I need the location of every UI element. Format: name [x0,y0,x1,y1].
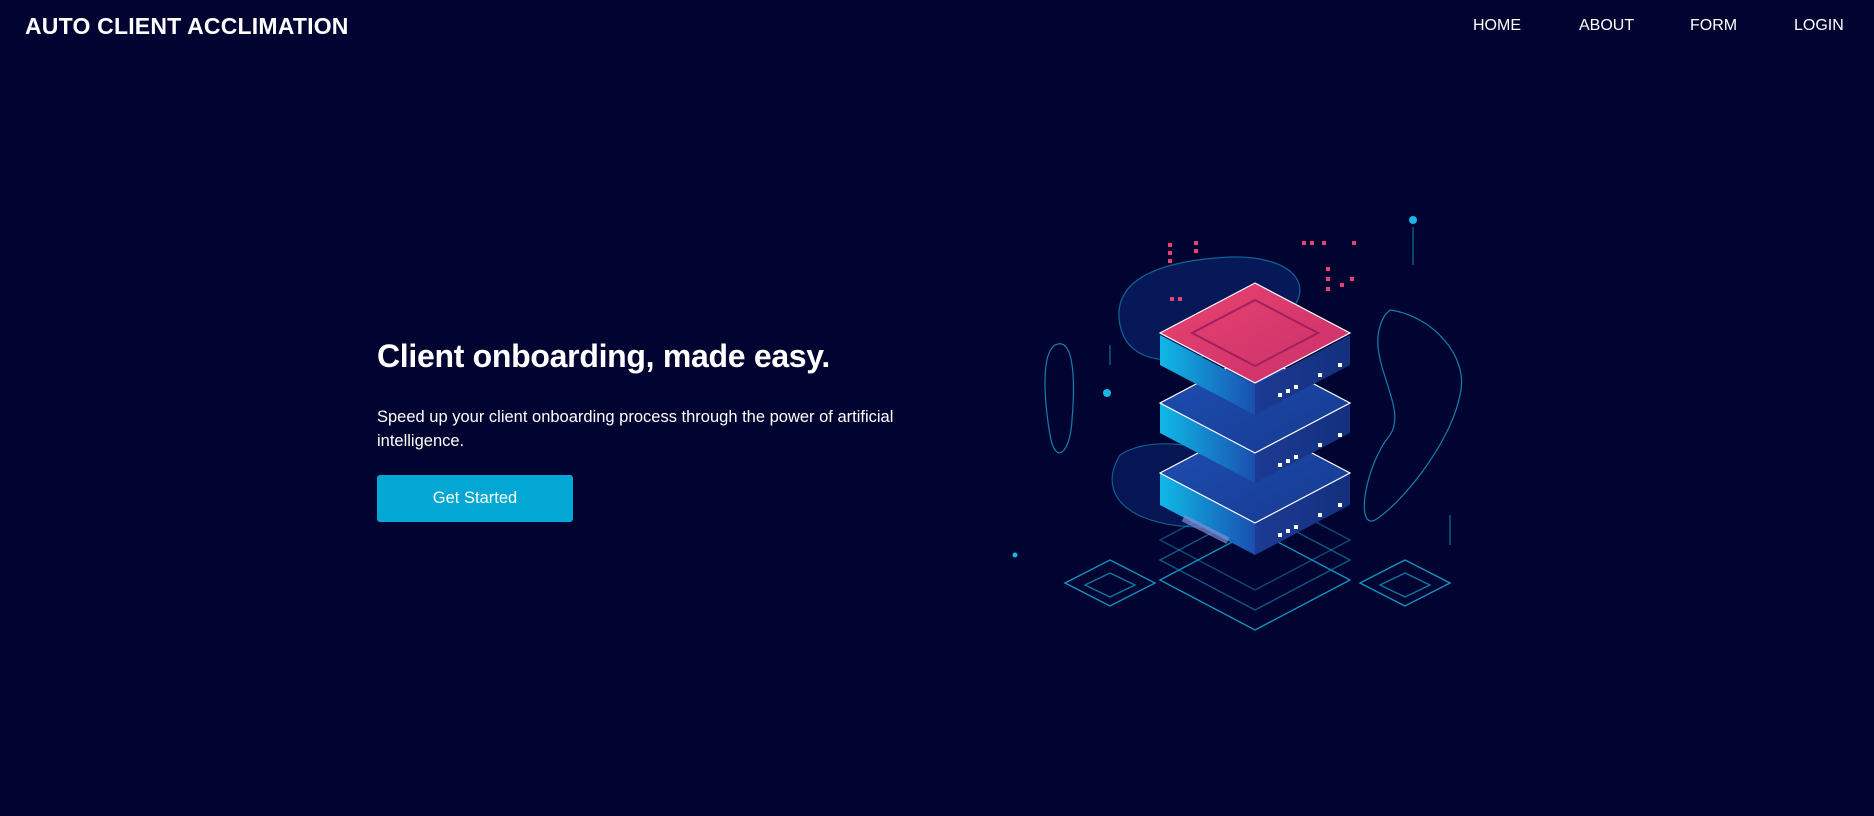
landing-page: AUTO CLIENT ACCLIMATION HOME ABOUT FORM … [0,0,1874,816]
server-stack-illustration [1000,205,1480,665]
nav-form-link[interactable]: FORM [1690,17,1737,35]
hero-subtitle: Speed up your client onboarding process … [377,408,894,450]
nav-login-link[interactable]: LOGIN [1794,17,1844,35]
nav-about-link[interactable]: ABOUT [1579,17,1634,35]
server-stack-icon [1012,216,1463,631]
get-started-button[interactable]: Get Started [377,475,573,522]
nav-home-link[interactable]: HOME [1473,17,1521,35]
main-nav: HOME ABOUT FORM LOGIN [0,17,1874,37]
hero-section: Client onboarding, made easy. Speed up y… [377,338,917,522]
hero-title: Client onboarding, made easy. [377,338,831,374]
